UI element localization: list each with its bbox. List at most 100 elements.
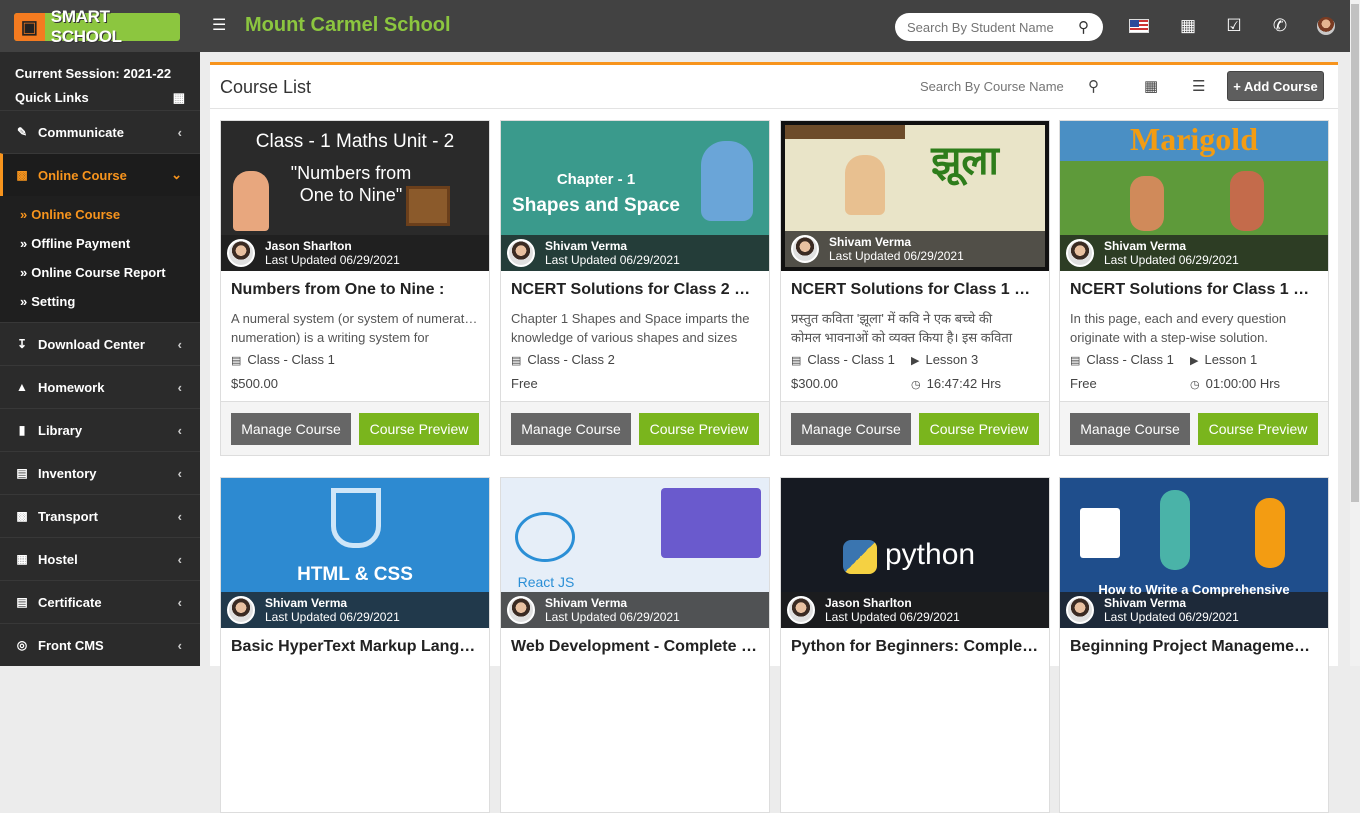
course-title[interactable]: NCERT Solutions for Class 1 Hindi bbox=[781, 271, 1049, 303]
sidebar-item-library[interactable]: ▮ Library ‹ bbox=[0, 408, 200, 451]
course-search-input[interactable] bbox=[920, 79, 1070, 94]
course-title[interactable]: Python for Beginners: Complete Course bbox=[781, 628, 1049, 660]
kid-illustration bbox=[1230, 171, 1264, 231]
grid-icon[interactable]: ▦ bbox=[173, 86, 185, 110]
course-preview-button[interactable]: Course Preview bbox=[919, 412, 1039, 445]
manage-course-button[interactable]: Manage Course bbox=[511, 412, 631, 445]
author-name: Shivam Verma bbox=[545, 596, 628, 610]
card-actions: Manage Course Course Preview bbox=[501, 401, 769, 455]
manage-course-button[interactable]: Manage Course bbox=[231, 412, 351, 445]
session-panel: Current Session: 2021-22 Quick Links ▦ bbox=[0, 52, 200, 110]
course-preview-button[interactable]: Course Preview bbox=[639, 412, 759, 445]
course-card: python Jason Sharlton Last Updated 06/29/… bbox=[780, 477, 1050, 813]
sidebar-item-communicate[interactable]: ✎ Communicate ‹ bbox=[0, 110, 200, 153]
course-meta: ▤ Class - Class 1 bbox=[221, 347, 489, 371]
user-avatar[interactable] bbox=[1317, 17, 1335, 35]
description-line: In this page, each and every question bbox=[1070, 311, 1287, 326]
sidebar-item-online-course[interactable]: ▩ Online Course ⌄ bbox=[0, 153, 200, 196]
abacus-illustration bbox=[406, 186, 450, 226]
author-avatar bbox=[791, 235, 819, 263]
thumb-text: Marigold bbox=[1130, 121, 1258, 157]
sidebar-item-hostel[interactable]: ▦ Hostel ‹ bbox=[0, 537, 200, 580]
sidebar-item-download-center[interactable]: ↧ Download Center ‹ bbox=[0, 322, 200, 365]
course-thumbnail[interactable]: python Jason Sharlton Last Updated 06/29/… bbox=[781, 478, 1049, 628]
course-card: झूला Shivam Verma Last Updated 06/29/2021… bbox=[780, 120, 1050, 456]
manage-course-button[interactable]: Manage Course bbox=[791, 412, 911, 445]
course-title[interactable]: Web Development - Complete Guide bbox=[501, 628, 769, 660]
calendar-icon[interactable]: ▦ bbox=[1177, 15, 1199, 37]
menu-toggle-icon[interactable]: ☰ bbox=[212, 18, 228, 34]
chevron-left-icon: ‹ bbox=[177, 379, 182, 395]
task-check-icon[interactable]: ☑ bbox=[1223, 15, 1245, 37]
student-search[interactable]: ⚲ bbox=[895, 13, 1103, 41]
class-icon: ▤ bbox=[1070, 354, 1081, 367]
course-thumbnail[interactable]: Class - 1 Maths Unit - 2 "Numbers from O… bbox=[221, 121, 489, 271]
course-title[interactable]: Basic HyperText Markup Language bbox=[221, 628, 489, 660]
worker-illustration bbox=[1255, 498, 1285, 568]
manage-course-button[interactable]: Manage Course bbox=[1070, 412, 1190, 445]
course-duration: 16:47:42 Hrs bbox=[926, 375, 1002, 391]
scrollbar-thumb[interactable] bbox=[1351, 4, 1359, 502]
author-avatar bbox=[507, 596, 535, 624]
course-thumbnail[interactable]: Marigold Shivam Verma Last Updated 06/29/… bbox=[1060, 121, 1328, 271]
thumb-text: HTML & CSS bbox=[297, 564, 413, 585]
course-thumbnail[interactable]: Chapter - 1 Shapes and Space Shivam Verm… bbox=[501, 121, 769, 271]
author-avatar bbox=[787, 596, 815, 624]
sidebar-item-label: Library bbox=[38, 422, 83, 438]
thumb-text: How to Write a Comprehensive bbox=[1098, 582, 1290, 597]
search-icon[interactable]: ⚲ bbox=[1088, 77, 1099, 95]
submenu-offline-payment[interactable]: » Offline Payment bbox=[0, 229, 200, 258]
course-card: HTML & CSS Shivam Verma Last Updated 06/2… bbox=[220, 477, 490, 813]
page-scrollbar[interactable] bbox=[1350, 0, 1360, 666]
course-thumbnail[interactable]: HTML & CSS Shivam Verma Last Updated 06/2… bbox=[221, 478, 489, 628]
chevron-down-icon: ⌄ bbox=[171, 167, 182, 182]
author-avatar bbox=[1066, 239, 1094, 267]
language-flag-icon[interactable] bbox=[1129, 19, 1149, 33]
submenu-online-course[interactable]: » Online Course bbox=[0, 200, 200, 229]
sidebar-item-transport[interactable]: ▩ Transport ‹ bbox=[0, 494, 200, 537]
course-card: How to Write a Comprehensive Shivam Verm… bbox=[1059, 477, 1329, 813]
submenu-course-report[interactable]: » Online Course Report bbox=[0, 258, 200, 287]
app-logo[interactable]: ▣ SMART SCHOOL bbox=[14, 7, 180, 46]
course-thumbnail[interactable]: झूला Shivam Verma Last Updated 06/29/2021 bbox=[781, 121, 1049, 271]
student-search-input[interactable] bbox=[907, 19, 1067, 35]
current-session[interactable]: Current Session: 2021-22 bbox=[15, 62, 185, 86]
chevron-left-icon: ‹ bbox=[177, 594, 182, 610]
course-thumbnail[interactable]: React JS Shivam Verma Last Updated 06/29/… bbox=[501, 478, 769, 628]
search-icon[interactable]: ⚲ bbox=[1078, 18, 1089, 36]
submenu-setting[interactable]: » Setting bbox=[0, 287, 200, 316]
sidebar-item-label: Homework bbox=[38, 379, 105, 395]
page-title: Course List bbox=[220, 77, 312, 97]
sidebar-item-inventory[interactable]: ▤ Inventory ‹ bbox=[0, 451, 200, 494]
add-course-button[interactable]: + Add Course bbox=[1227, 71, 1324, 101]
course-title[interactable]: Beginning Project Management: Plan bbox=[1060, 628, 1328, 660]
sidebar-item-certificate[interactable]: ▤ Certificate ‹ bbox=[0, 580, 200, 623]
card-actions: Manage Course Course Preview bbox=[1060, 401, 1328, 455]
course-duration: 01:00:00 Hrs bbox=[1205, 375, 1281, 391]
description-line: प्रस्तुत कविता 'झूला' में कवि ने एक बच्च… bbox=[791, 311, 993, 326]
sidebar-item-homework[interactable]: ▲ Homework ‹ bbox=[0, 365, 200, 408]
list-view-icon[interactable]: ☰ bbox=[1192, 77, 1205, 95]
building-icon: ▦ bbox=[16, 552, 28, 566]
flask-icon: ▲ bbox=[16, 380, 28, 394]
course-title[interactable]: NCERT Solutions for Class 1 English bbox=[1060, 271, 1328, 303]
submenu-label: Offline Payment bbox=[31, 236, 131, 251]
quick-links[interactable]: Quick Links bbox=[15, 86, 89, 110]
course-meta: Free bbox=[501, 371, 769, 395]
monitor-illustration bbox=[661, 488, 761, 558]
course-title[interactable]: Numbers from One to Nine : bbox=[221, 271, 489, 303]
chevron-left-icon: ‹ bbox=[177, 422, 182, 438]
course-preview-button[interactable]: Course Preview bbox=[1198, 412, 1318, 445]
chevron-left-icon: ‹ bbox=[177, 551, 182, 567]
chevron-left-icon: ‹ bbox=[177, 336, 182, 352]
author-overlay: Shivam Verma Last Updated 06/29/2021 bbox=[501, 592, 769, 628]
grid-view-icon[interactable]: ▦ bbox=[1144, 77, 1158, 95]
author-name: Shivam Verma bbox=[265, 596, 348, 610]
thumb-text: python bbox=[885, 538, 976, 571]
course-preview-button[interactable]: Course Preview bbox=[359, 412, 479, 445]
whatsapp-icon[interactable]: ✆ bbox=[1269, 15, 1291, 37]
chevron-left-icon: ‹ bbox=[177, 508, 182, 524]
sidebar-item-front-cms[interactable]: ◎ Front CMS ‹ bbox=[0, 623, 200, 666]
course-title[interactable]: NCERT Solutions for Class 2 Maths bbox=[501, 271, 769, 303]
course-thumbnail[interactable]: How to Write a Comprehensive Shivam Verm… bbox=[1060, 478, 1328, 628]
